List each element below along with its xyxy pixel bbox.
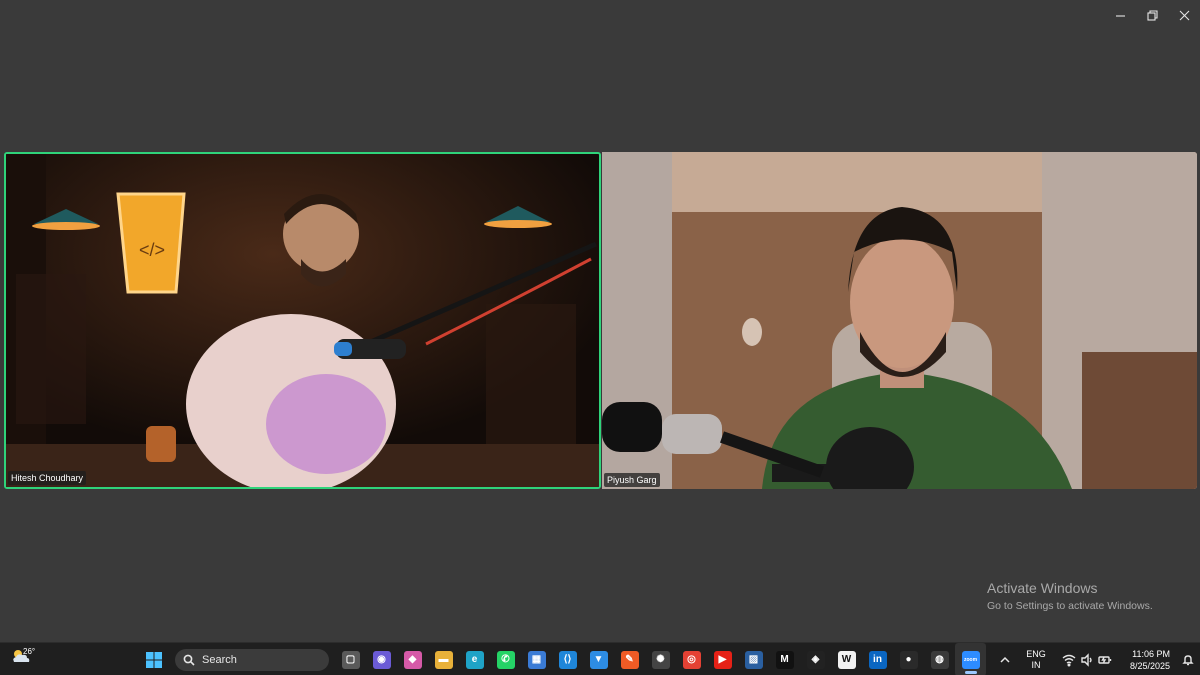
- pinned-apps: ▢ ◉ ◆ ▬ e ✆ ▦ ⟨⟩ ▼ ✎ ✺ ◎ ▶ ▨ M ◈ Win ● ◍ zoom: [335, 643, 986, 675]
- active-app-indicator: [964, 671, 977, 674]
- youtube-taskbar-button[interactable]: ▶: [707, 643, 738, 675]
- app-blue-icon: ▼: [589, 650, 608, 669]
- obs-icon: ◍: [930, 650, 949, 669]
- app-cursor-icon: M: [775, 650, 794, 669]
- restore-button[interactable]: [1136, 0, 1168, 30]
- whatsapp-icon: ✆: [496, 650, 515, 669]
- linkedin-taskbar-button[interactable]: in: [862, 643, 893, 675]
- zoom-icon: zoom: [961, 650, 980, 669]
- search-label: Search: [202, 653, 237, 666]
- language-indicator[interactable]: ENG IN: [1020, 649, 1052, 671]
- activate-subtitle: Go to Settings to activate Windows.: [987, 600, 1153, 612]
- clock-time: 11:06 PM: [1132, 648, 1170, 659]
- close-icon: [1179, 10, 1189, 20]
- clock[interactable]: 11:06 PM 8/25/2025: [1118, 648, 1170, 672]
- activate-title: Activate Windows: [987, 580, 1098, 596]
- microsoft-store-icon: ▦: [527, 650, 546, 669]
- windows-logo-icon: [145, 651, 162, 668]
- chatgpt-icon: ✺: [651, 650, 670, 669]
- copilot-taskbar-button[interactable]: ◉: [366, 643, 397, 675]
- app-gallery-icon: ▨: [744, 650, 763, 669]
- record-taskbar-button[interactable]: ●: [893, 643, 924, 675]
- app-cube-icon: ◈: [806, 650, 825, 669]
- clock-date: 8/25/2025: [1129, 660, 1170, 671]
- close-button[interactable]: [1168, 0, 1200, 30]
- wifi-icon: [1062, 654, 1076, 666]
- whatsapp-taskbar-button[interactable]: ✆: [490, 643, 521, 675]
- participant-video: </>: [6, 154, 599, 487]
- edge-taskbar-button[interactable]: e: [459, 643, 490, 675]
- postman-icon: ✎: [620, 650, 639, 669]
- webflow-taskbar-button[interactable]: W: [831, 643, 862, 675]
- language-code: ENG: [1026, 648, 1046, 659]
- participant-name-label: Piyush Garg: [604, 473, 660, 487]
- svg-text:</>: </>: [139, 240, 165, 260]
- vscode-taskbar-button[interactable]: ⟨⟩: [552, 643, 583, 675]
- participant-tile-piyush[interactable]: Piyush Garg: [602, 152, 1197, 489]
- taskbar-search[interactable]: Search: [175, 648, 329, 671]
- participant-video: [602, 152, 1197, 489]
- record-icon: ●: [899, 650, 918, 669]
- webflow-icon: W: [837, 650, 856, 669]
- participant-tile-hitesh[interactable]: </> Hitesh Choudhary: [4, 152, 601, 489]
- language-region: IN: [1031, 659, 1041, 670]
- app-gallery-taskbar-button[interactable]: ▨: [738, 643, 769, 675]
- copilot-icon: ◉: [372, 650, 391, 669]
- chrome-icon: ◎: [682, 650, 701, 669]
- show-hidden-icons-button[interactable]: [994, 655, 1016, 665]
- file-explorer-taskbar-button[interactable]: ▬: [428, 643, 459, 675]
- taskbar: 26° Search ▢ ◉ ◆ ▬ e ✆ ▦ ⟨⟩ ▼ ✎ ✺ ◎ ▶ ▨ M ◈ Win ● ◍ zoom EN…: [0, 642, 1200, 675]
- search-icon: [183, 654, 195, 666]
- restore-icon: [1146, 9, 1158, 21]
- minimize-button[interactable]: [1104, 0, 1136, 30]
- vscode-icon: ⟨⟩: [558, 650, 577, 669]
- window-controls: [1104, 0, 1200, 30]
- participant-name-label: Hitesh Choudhary: [8, 471, 87, 485]
- volume-icon: [1081, 652, 1092, 667]
- battery-icon: [1098, 655, 1112, 664]
- linkedin-icon: in: [868, 650, 887, 669]
- copilot-colorful-taskbar-button[interactable]: ◆: [397, 643, 428, 675]
- chrome-taskbar-button[interactable]: ◎: [676, 643, 707, 675]
- task-view-icon: ▢: [341, 650, 360, 669]
- video-gallery: </> Hitesh Choudhary Piyush Garg: [4, 152, 1197, 489]
- minimize-icon: [1115, 14, 1125, 17]
- zoom-taskbar-button[interactable]: zoom: [955, 643, 986, 675]
- taskbar-apps: Search ▢ ◉ ◆ ▬ e ✆ ▦ ⟨⟩ ▼ ✎ ✺ ◎ ▶ ▨ M ◈ Win ● ◍ zoom: [138, 643, 986, 675]
- youtube-icon: ▶: [713, 650, 732, 669]
- file-explorer-icon: ▬: [434, 650, 453, 669]
- bell-icon: [1182, 654, 1194, 665]
- app-blue-taskbar-button[interactable]: ▼: [583, 643, 614, 675]
- chevron-up-icon: [1000, 656, 1010, 663]
- app-cube-taskbar-button[interactable]: ◈: [800, 643, 831, 675]
- microsoft-store-taskbar-button[interactable]: ▦: [521, 643, 552, 675]
- activate-windows-watermark: Activate Windows Go to Settings to activ…: [987, 580, 1153, 612]
- copilot-colorful-icon: ◆: [403, 650, 422, 669]
- postman-taskbar-button[interactable]: ✎: [614, 643, 645, 675]
- start-button[interactable]: [138, 643, 169, 675]
- system-tray: ENG IN 11:06 PM 8/25/2025: [994, 643, 1200, 675]
- weather-widget[interactable]: 26°: [10, 647, 36, 665]
- quick-settings[interactable]: [1062, 652, 1112, 667]
- notifications-button[interactable]: [1176, 654, 1200, 666]
- chatgpt-taskbar-button[interactable]: ✺: [645, 643, 676, 675]
- edge-icon: e: [465, 650, 484, 669]
- obs-taskbar-button[interactable]: ◍: [924, 643, 955, 675]
- weather-temperature: 26°: [23, 647, 36, 656]
- task-view-taskbar-button[interactable]: ▢: [335, 643, 366, 675]
- app-cursor-taskbar-button[interactable]: M: [769, 643, 800, 675]
